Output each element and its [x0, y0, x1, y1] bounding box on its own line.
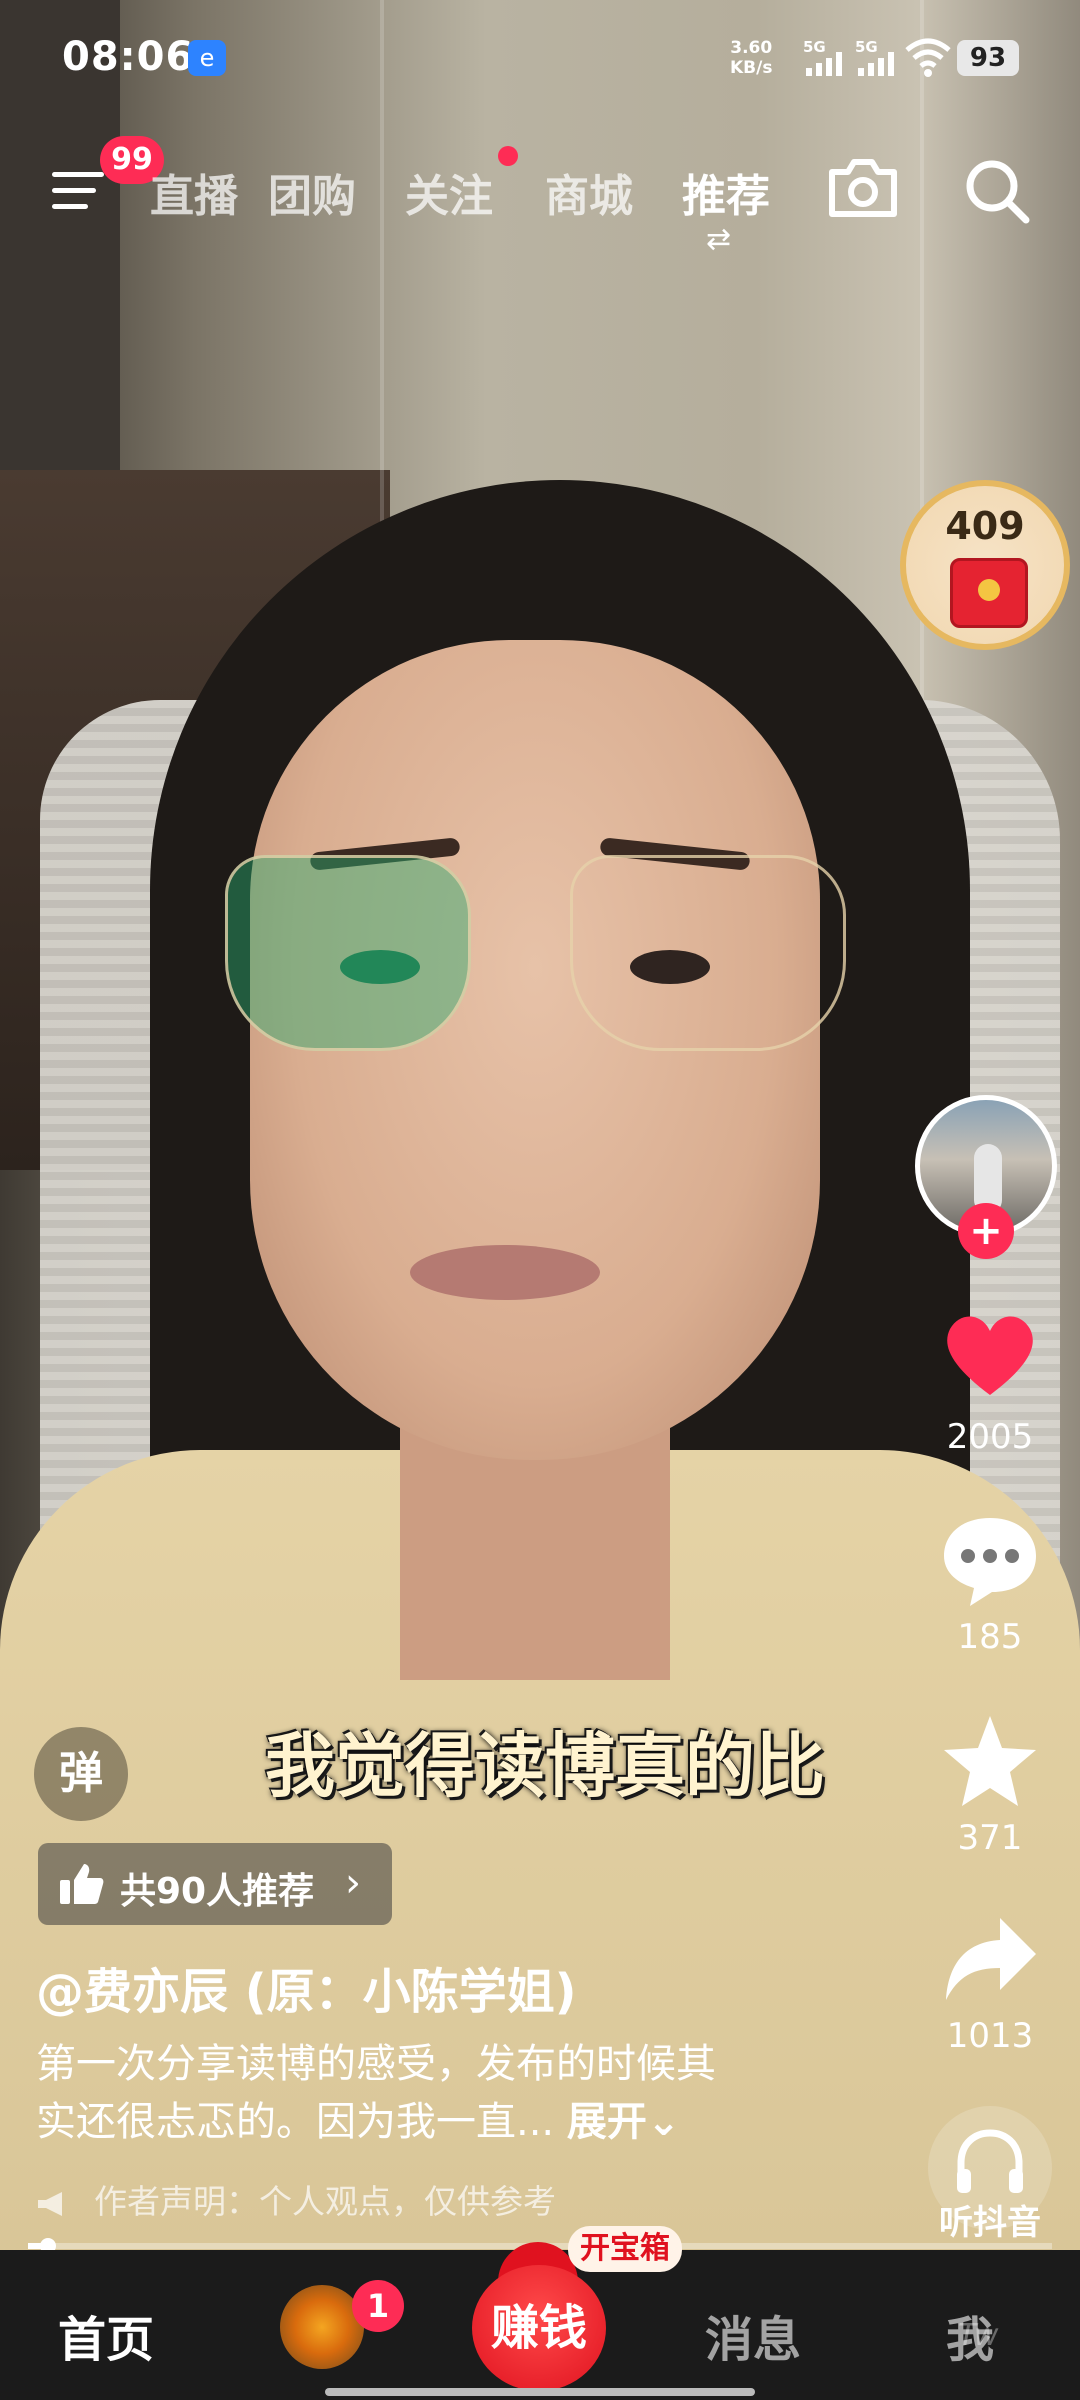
disclaimer-text: 作者声明：个人观点，仅供参考 — [94, 2182, 556, 2221]
caption-line: 实还很忐忑的。因为我一直... 展开⌄ — [36, 2093, 836, 2151]
share-icon[interactable] — [940, 1910, 1040, 2010]
tab-messages[interactable]: 消息 — [705, 2300, 801, 2370]
glasses-lens — [570, 855, 846, 1051]
reward-timer[interactable]: 409 — [900, 480, 1070, 650]
caption-line-text: 实还很忐忑的。因为我一直... — [36, 2099, 555, 2145]
author-name[interactable]: @费亦辰 (原：小陈学姐) — [36, 1952, 577, 2022]
red-envelope-icon — [950, 558, 1028, 628]
menu-icon[interactable] — [52, 168, 104, 212]
megaphone-icon — [38, 2191, 62, 2216]
timer-count: 409 — [945, 504, 1025, 548]
person-lips — [410, 1245, 600, 1300]
open-treasure-tag[interactable]: 开宝箱 — [568, 2226, 682, 2272]
share-count: 1013 — [946, 2016, 1034, 2056]
chevron-right-icon: › — [345, 1860, 361, 1906]
watermark: Tw — [958, 2318, 999, 2353]
follow-button[interactable]: + — [958, 1203, 1014, 1259]
comment-icon[interactable] — [940, 1510, 1040, 1610]
network-speed-value: 3.60 — [730, 38, 773, 58]
camera-icon[interactable] — [826, 156, 900, 220]
tab-home[interactable]: 首页 — [58, 2300, 154, 2370]
carrier-icon: e — [188, 40, 226, 76]
like-count: 2005 — [946, 1417, 1034, 1457]
friends-tab-avatar[interactable] — [280, 2285, 364, 2369]
switch-arrows-icon[interactable]: ⇄ — [706, 222, 731, 257]
status-bar: 08:06 e 3.60 KB/s 5G 5G 93 — [0, 0, 1080, 110]
chevron-down-icon: ⌄ — [646, 2099, 681, 2145]
tab-following[interactable]: 关注 — [405, 160, 493, 224]
tab-recommend[interactable]: 推荐 — [682, 160, 770, 224]
caption-line: 第一次分享读博的感受，发布的时候其 — [36, 2041, 716, 2087]
battery-icon: 93 — [957, 40, 1019, 76]
signal-bars-icon — [806, 52, 842, 76]
danmaku-button[interactable]: 弹 — [34, 1727, 128, 1821]
recommend-count-text: 共90人推荐 — [120, 1871, 315, 1912]
search-icon[interactable] — [962, 156, 1032, 226]
video-caption[interactable]: 第一次分享读博的感受，发布的时候其 实还很忐忑的。因为我一直... 展开⌄ — [36, 2035, 836, 2151]
wifi-icon — [905, 38, 951, 77]
thumbs-up-icon — [60, 1864, 104, 1904]
tab-mall[interactable]: 商城 — [545, 160, 633, 224]
home-indicator[interactable] — [325, 2388, 755, 2396]
video-subtitle: 我觉得读博真的比 — [265, 1725, 825, 1807]
following-dot-badge — [498, 146, 518, 166]
listen-douyin-label[interactable]: 听抖音 — [905, 2195, 1075, 2244]
earn-money-button[interactable]: 赚钱 — [472, 2265, 606, 2391]
star-icon[interactable] — [940, 1712, 1040, 1812]
author-disclaimer: 作者声明：个人观点，仅供参考 — [36, 2175, 556, 2223]
friends-badge: 1 — [352, 2280, 404, 2332]
network-speed-unit: KB/s — [730, 58, 773, 78]
favorite-count: 371 — [957, 1818, 1023, 1858]
glasses-lens — [225, 855, 471, 1051]
tab-live[interactable]: 直播 — [150, 160, 238, 224]
status-time: 08:06 — [62, 34, 195, 80]
network-speed: 3.60 KB/s — [730, 38, 772, 78]
heart-icon[interactable] — [940, 1305, 1040, 1405]
tab-group-buy[interactable]: 团购 — [268, 160, 356, 224]
expand-button[interactable]: 展开 — [567, 2099, 647, 2145]
comment-count: 185 — [957, 1617, 1023, 1657]
signal-bars-icon — [858, 52, 894, 76]
